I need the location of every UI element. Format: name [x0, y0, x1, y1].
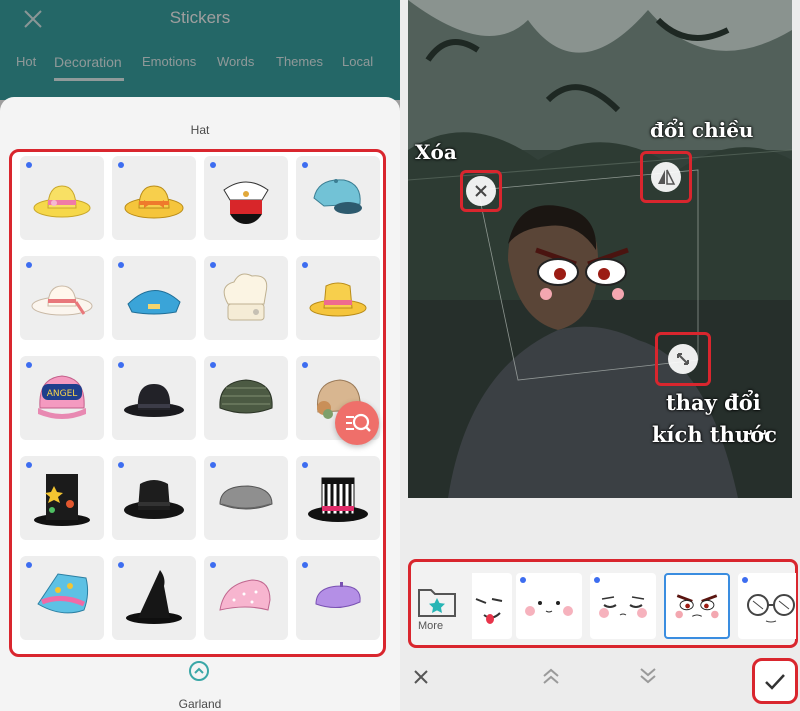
svg-text:ANGEL: ANGEL	[47, 389, 78, 399]
sticker-angel-cap[interactable]: ANGEL	[20, 356, 104, 440]
sticker-black-bowler-hat[interactable]	[112, 356, 196, 440]
active-tab-indicator	[54, 78, 124, 81]
confirm-button[interactable]	[752, 658, 798, 704]
sticker-green-flat-cap[interactable]	[204, 356, 288, 440]
label-resize-line2: kích thước	[652, 422, 777, 447]
sleepy-face-icon	[599, 596, 647, 618]
section-title-hat: Hat	[190, 123, 210, 137]
search-list-icon	[346, 413, 371, 432]
delete-handle[interactable]	[466, 176, 496, 206]
sticker-search-button[interactable]	[335, 401, 379, 445]
folder-star-icon	[418, 589, 456, 617]
captain-hat-icon	[223, 181, 269, 224]
chevron-double-up-icon[interactable]	[540, 666, 562, 686]
tongue-face-icon	[475, 598, 503, 624]
tab-decoration[interactable]: Decoration	[54, 54, 122, 70]
yellow-fedora-icon	[309, 282, 367, 317]
sticker-blush-face[interactable]	[516, 573, 582, 639]
sticker-glasses-face[interactable]	[738, 573, 796, 639]
sticker-striped-top-hat[interactable]	[296, 456, 380, 540]
sticker-chef-hat[interactable]	[204, 256, 288, 340]
sticker-black-fedora[interactable]	[112, 456, 196, 540]
sticker-grey-flat-cap[interactable]	[204, 456, 288, 540]
yellow-bow-hat-icon	[124, 185, 184, 219]
resize-icon	[677, 353, 689, 365]
angry-face-icon	[675, 594, 719, 619]
chevron-up-icon	[194, 667, 204, 674]
yellow-sun-hat-icon	[33, 185, 91, 218]
fish-hat-icon	[37, 573, 89, 614]
label-flip: đổi chiều	[650, 118, 754, 142]
tab-emotions[interactable]: Emotions	[142, 54, 196, 69]
tab-hot[interactable]: Hot	[16, 54, 36, 69]
cancel-icon[interactable]	[412, 668, 430, 686]
close-icon	[475, 185, 487, 197]
sticker-yellow-fedora[interactable]	[296, 256, 380, 340]
blue-cap-icon	[313, 179, 362, 214]
witch-hat-icon	[126, 570, 182, 624]
sticker-angry-face[interactable]	[664, 573, 730, 639]
tab-local[interactable]: Local	[342, 54, 373, 69]
sticker-yellow-bow-hat[interactable]	[112, 156, 196, 240]
flip-handle[interactable]	[651, 162, 681, 192]
resize-handle[interactable]	[668, 344, 698, 374]
sticker-blue-cap[interactable]	[296, 156, 380, 240]
sticker-yellow-sun-hat[interactable]	[20, 156, 104, 240]
sticker-captain-hat[interactable]	[204, 156, 288, 240]
blue-flight-cap-icon	[127, 290, 181, 315]
sticker-tongue-face[interactable]	[472, 573, 512, 639]
chef-hat-icon	[223, 273, 268, 321]
blush-face-icon	[525, 601, 573, 616]
glasses-face-icon	[747, 594, 795, 623]
sticker-witch-hat[interactable]	[112, 556, 196, 640]
angel-cap-icon: ANGEL	[38, 375, 86, 419]
page-title: Stickers	[169, 8, 231, 27]
black-bowler-hat-icon	[124, 384, 184, 417]
chevron-double-down-icon[interactable]	[637, 666, 659, 686]
sticker-purple-beret[interactable]	[296, 556, 380, 640]
hat-grid: ANGEL	[9, 149, 386, 657]
pink-beanie-icon	[219, 579, 271, 611]
sticker-picker-panel: Stickers Hot Decoration Emotions Words T…	[0, 0, 400, 711]
green-flat-cap-icon	[219, 379, 273, 414]
sticker-blue-flight-cap[interactable]	[112, 256, 196, 340]
sticker-sleepy-face[interactable]	[590, 573, 656, 639]
collapse-button[interactable]	[189, 661, 209, 681]
checkmark-icon	[765, 674, 785, 690]
star-top-hat-icon	[34, 474, 90, 526]
tab-words[interactable]: Words	[217, 54, 254, 69]
label-resize-line1: thay đổi	[666, 390, 761, 415]
sticker-pink-beanie[interactable]	[204, 556, 288, 640]
sticker-white-sun-hat[interactable]	[20, 256, 104, 340]
flip-icon	[658, 169, 676, 185]
grey-flat-cap-icon	[219, 485, 273, 510]
white-sun-hat-icon	[31, 285, 93, 316]
black-fedora-icon	[124, 480, 184, 519]
purple-beret-icon	[315, 582, 361, 608]
more-label: More	[418, 620, 444, 632]
sticker-star-top-hat[interactable]	[20, 456, 104, 540]
striped-top-hat-icon	[308, 477, 368, 522]
angry-eyes-sticker	[535, 247, 629, 300]
sticker-fish-hat[interactable]	[20, 556, 104, 640]
section-title-garland: Garland	[178, 697, 222, 711]
label-delete: Xóa	[415, 140, 457, 164]
tab-themes[interactable]: Themes	[276, 54, 323, 69]
